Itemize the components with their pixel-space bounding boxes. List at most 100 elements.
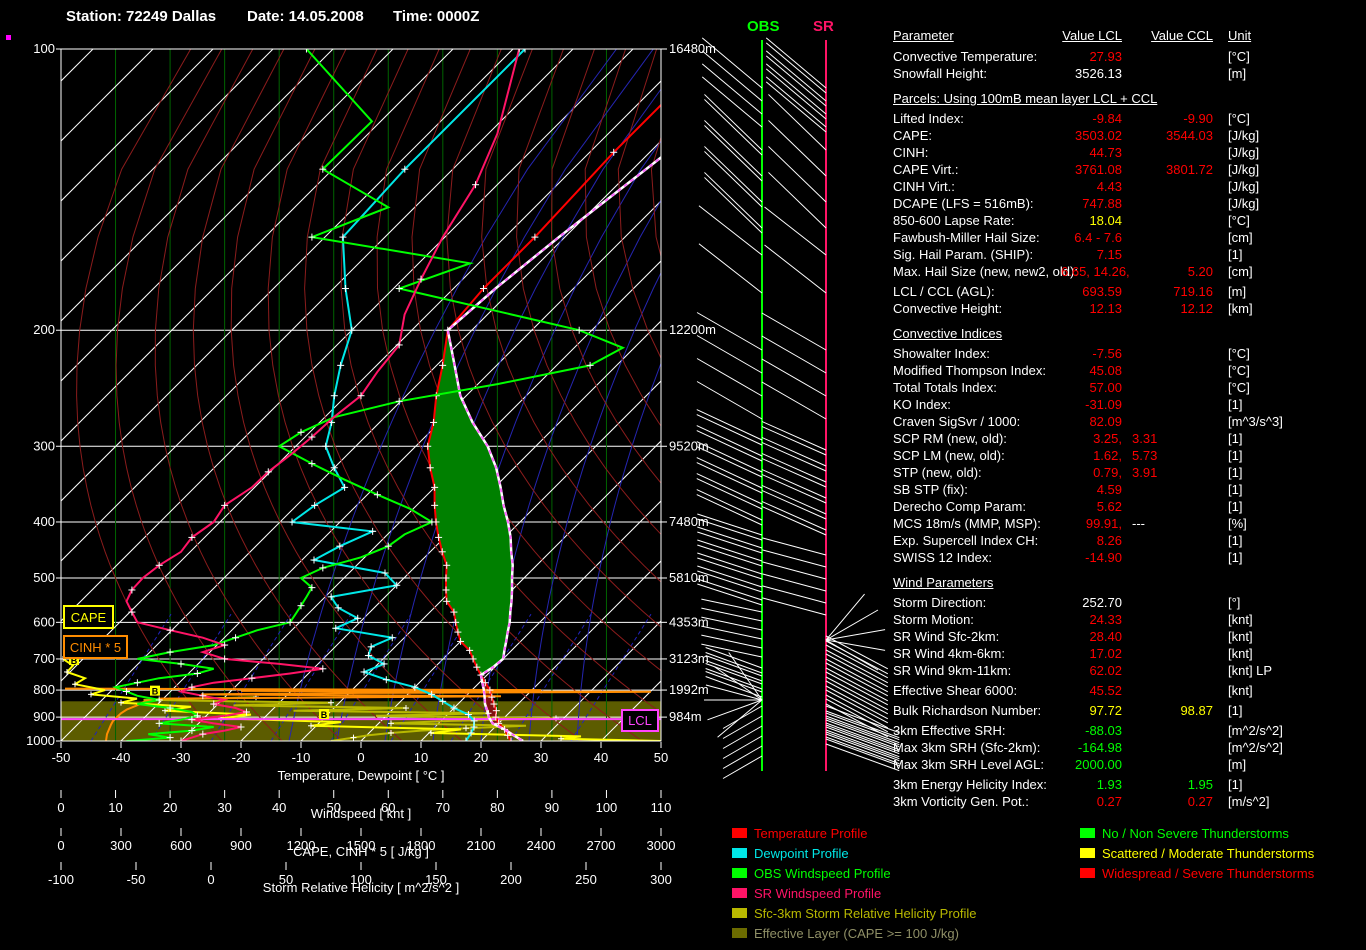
value-lcl: 4.43	[1061, 178, 1122, 195]
unit-label: [1]	[1213, 702, 1363, 719]
value-lcl: 1.93	[1061, 776, 1122, 793]
unit-label: [m^3/s^3]	[1213, 413, 1363, 430]
axis-tick-label: 0	[57, 838, 64, 853]
unit-label: [1]	[1213, 481, 1363, 498]
unit-label: [cm]	[1213, 229, 1363, 246]
parameter-label: MCS 18m/s (MMP, MSP):	[893, 515, 1061, 532]
unit-label: [m]	[1213, 756, 1363, 773]
axis-tick-label: 3000	[647, 838, 676, 853]
legend-item: OBS Windspeed Profile	[732, 863, 977, 883]
parameter-label: CINH Virt.:	[893, 178, 1061, 195]
unit-label: [°C]	[1213, 110, 1363, 127]
unit-label: [°C]	[1213, 362, 1363, 379]
value-ccl: 12.12	[1122, 300, 1213, 317]
unit-label: [knt]	[1213, 682, 1363, 699]
table-row: Showalter Index:-7.56[°C]	[893, 345, 1363, 362]
pressure-tick-label: 900	[33, 709, 55, 724]
parameter-label: STP (new, old):	[893, 464, 1061, 481]
value-ccl	[1122, 645, 1213, 662]
height-tick-label: 4353m	[669, 614, 709, 629]
parameter-label: Derecho Comp Param:	[893, 498, 1061, 515]
table-row: SB STP (fix):4.59[1]	[893, 481, 1363, 498]
value-lcl: 3761.08	[1061, 161, 1122, 178]
unit-label: [cm]	[1213, 263, 1363, 280]
table-row: Convective Height:12.1312.12[km]	[893, 300, 1363, 317]
unit-label: [1]	[1213, 447, 1363, 464]
parameter-label: Lifted Index:	[893, 110, 1061, 127]
legend-swatch	[732, 888, 747, 898]
legend-label: Temperature Profile	[754, 826, 867, 841]
value-ccl	[1122, 739, 1213, 756]
parameter-label: LCL / CCL (AGL):	[893, 283, 1061, 300]
legend-label: Scattered / Moderate Thunderstorms	[1102, 846, 1314, 861]
unit-label: [m]	[1213, 65, 1363, 82]
axis-temp: -50-40-30-20-1001020304050Temperature, D…	[52, 742, 669, 783]
height-tick-label: 3123m	[669, 651, 709, 666]
parameter-table: ParameterValue LCLValue CCLUnitConvectiv…	[893, 27, 1363, 810]
parameter-label: 3km Vorticity Gen. Pot.:	[893, 793, 1061, 810]
value-ccl	[1122, 229, 1213, 246]
pressure-tick-label: 200	[33, 322, 55, 337]
value-ccl	[1122, 379, 1213, 396]
table-row: Bulk Richardson Number:97.7298.87[1]	[893, 702, 1363, 719]
table-row: SR Wind Sfc-2km:28.40[knt]	[893, 628, 1363, 645]
pressure-tick-label: 400	[33, 514, 55, 529]
legend-label: Dewpoint Profile	[754, 846, 849, 861]
axis-tick-label: 10	[414, 750, 428, 765]
legend-item: Sfc-3km Storm Relative Helicity Profile	[732, 903, 977, 923]
table-row: Derecho Comp Param:5.62[1]	[893, 498, 1363, 515]
legend-swatch	[732, 928, 747, 938]
value-ccl: 3544.03	[1122, 127, 1213, 144]
unit-label: [knt]	[1213, 628, 1363, 645]
axis-tick-label: 30	[534, 750, 548, 765]
legend-item: No / Non Severe Thunderstorms	[1080, 823, 1314, 843]
axis-tick-label: 40	[594, 750, 608, 765]
height-tick-label: 9520m	[669, 438, 709, 453]
value-ccl	[1122, 345, 1213, 362]
column-header-unit: Unit	[1213, 27, 1363, 44]
value-lcl: 0.27	[1061, 793, 1122, 810]
unit-label: [%]	[1213, 515, 1363, 532]
value-ccl	[1122, 628, 1213, 645]
legend-swatch	[1080, 848, 1095, 858]
value-lcl: 45.08	[1061, 362, 1122, 379]
table-row: MCS 18m/s (MMP, MSP):99.91,---[%]	[893, 515, 1363, 532]
table-row: Fawbush-Miller Hail Size:6.4 - 7.6[cm]	[893, 229, 1363, 246]
parameter-label: Snowfall Height:	[893, 65, 1061, 82]
parameter-label: Max. Hail Size (new, new2, old):	[893, 263, 1061, 280]
value-lcl: 27.93	[1061, 48, 1122, 65]
table-section-header: Parcels: Using 100mB mean layer LCL + CC…	[893, 90, 1363, 107]
value-ccl: 5.20	[1122, 263, 1213, 280]
value-lcl: 17.02	[1061, 645, 1122, 662]
table-row: 3km Effective SRH:-88.03[m^2/s^2]	[893, 722, 1363, 739]
parameter-label: Modified Thompson Index:	[893, 362, 1061, 379]
annotation-boxes: CAPECINH * 5LCL	[6, 35, 658, 731]
value-lcl: 3.25,	[1061, 430, 1122, 447]
value-lcl: 7.15	[1061, 246, 1122, 263]
value-lcl: 24.33	[1061, 611, 1122, 628]
pressure-tick-label: 1000	[26, 733, 55, 748]
parameter-label: Max 3km SRH (Sfc-2km):	[893, 739, 1061, 756]
parameter-label: SWISS 12 Index:	[893, 549, 1061, 566]
axis-tick-label: 0	[207, 872, 214, 887]
obs-barb-column-label: OBS	[747, 18, 780, 35]
value-ccl	[1122, 413, 1213, 430]
table-row: Convective Temperature:27.93[°C]	[893, 48, 1363, 65]
value-ccl	[1122, 549, 1213, 566]
unit-label: [1]	[1213, 532, 1363, 549]
axis-tick-label: 70	[436, 800, 450, 815]
height-tick-label: 984m	[669, 709, 702, 724]
value-ccl	[1122, 662, 1213, 679]
parameter-label: SR Wind 9km-11km:	[893, 662, 1061, 679]
value-lcl: 5.62	[1061, 498, 1122, 515]
parameter-label: CAPE:	[893, 127, 1061, 144]
value-lcl: 99.91,	[1061, 515, 1122, 532]
parameter-label: Max 3km SRH Level AGL:	[893, 756, 1061, 773]
value-ccl	[1122, 396, 1213, 413]
value-lcl: 1.62,	[1061, 447, 1122, 464]
value-lcl: 747.88	[1061, 195, 1122, 212]
unit-label: [km]	[1213, 300, 1363, 317]
parameter-label: SCP RM (new, old):	[893, 430, 1061, 447]
cape-label: CAPE	[71, 610, 107, 625]
unit-label: [J/kg]	[1213, 127, 1363, 144]
